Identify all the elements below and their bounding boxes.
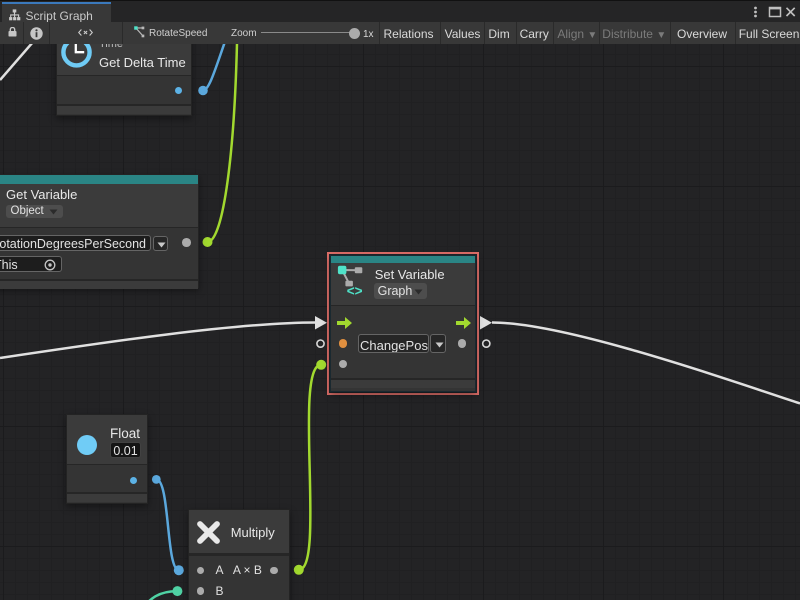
svg-text:<>: <> [347, 284, 363, 299]
